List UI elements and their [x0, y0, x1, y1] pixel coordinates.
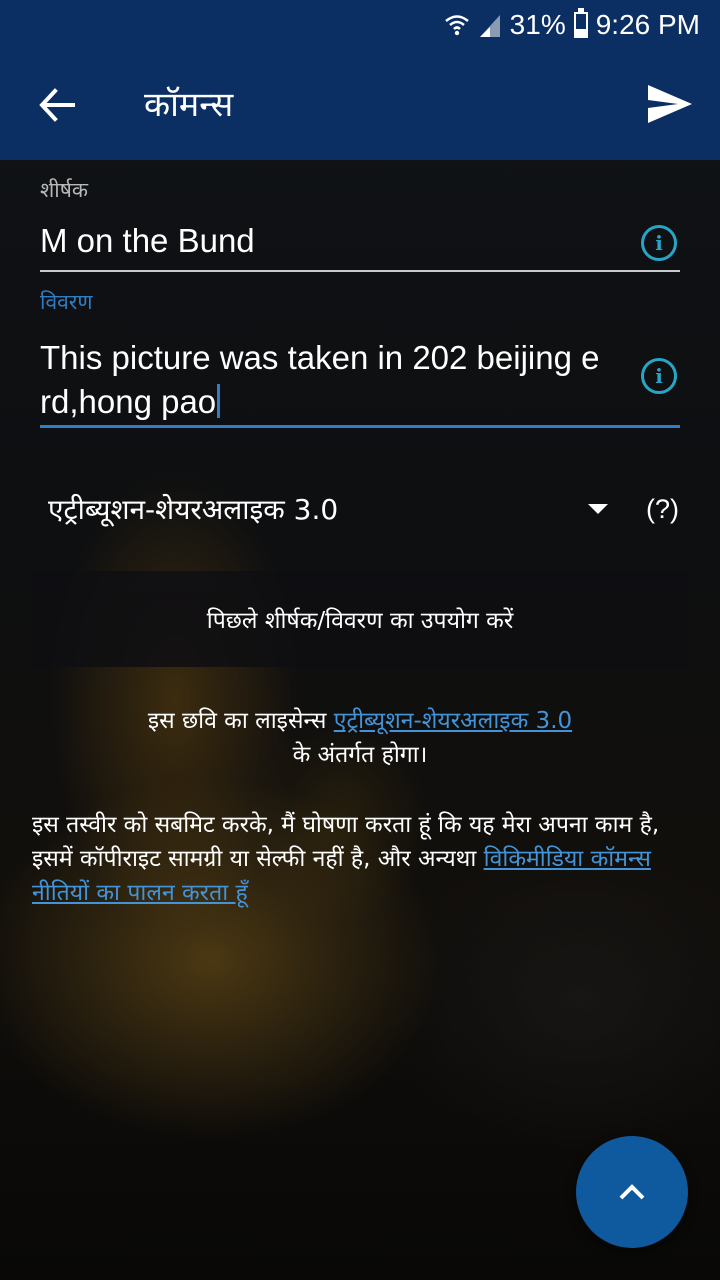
- signal-icon: [478, 13, 502, 37]
- back-button[interactable]: [30, 78, 84, 132]
- clock: 9:26 PM: [595, 9, 700, 40]
- status-bar: 31% 9:26 PM: [0, 0, 720, 50]
- title-label: शीर्षक: [40, 178, 88, 202]
- license-notice-prefix: इस छवि का लाइसेन्स: [147, 708, 334, 734]
- license-link[interactable]: एट्रीब्यूशन-शेयरअलाइक 3.0: [334, 708, 572, 734]
- battery-percent: 31%: [509, 9, 566, 40]
- declaration-text: इस तस्वीर को सबमिट करके, मैं घोषणा करता …: [32, 808, 692, 910]
- page-title: कॉमन्स: [144, 85, 234, 125]
- description-label: विवरण: [40, 290, 93, 314]
- app-bar: कॉमन्स: [0, 50, 720, 160]
- expand-fab-button[interactable]: [576, 1136, 688, 1248]
- license-dropdown[interactable]: एट्रीब्यूशन-शेयरअलाइक 3.0: [48, 490, 338, 528]
- text-cursor: [217, 384, 221, 418]
- title-value: M on the Bund: [40, 222, 255, 259]
- send-icon: [648, 85, 692, 123]
- license-notice-suffix: के अंतर्गत होगा।: [292, 742, 428, 768]
- title-info-icon[interactable]: i: [641, 225, 677, 261]
- title-input[interactable]: M on the Bund: [40, 222, 680, 272]
- description-value: This picture was taken in 202 beijing e …: [40, 339, 600, 420]
- send-button[interactable]: [642, 76, 698, 132]
- dropdown-arrow-icon[interactable]: [588, 504, 608, 514]
- wifi-icon: [444, 13, 470, 37]
- license-help-link[interactable]: (?): [646, 494, 679, 525]
- battery-icon: [573, 8, 588, 38]
- back-arrow-icon: [39, 88, 75, 122]
- description-info-icon[interactable]: i: [641, 358, 677, 394]
- chevron-up-icon: [619, 1184, 645, 1200]
- license-notice: इस छवि का लाइसेन्स एट्रीब्यूशन-शेयरअलाइक…: [40, 704, 680, 772]
- use-previous-button[interactable]: पिछले शीर्षक/विवरण का उपयोग करें: [32, 571, 688, 667]
- description-input[interactable]: This picture was taken in 202 beijing e …: [40, 336, 680, 428]
